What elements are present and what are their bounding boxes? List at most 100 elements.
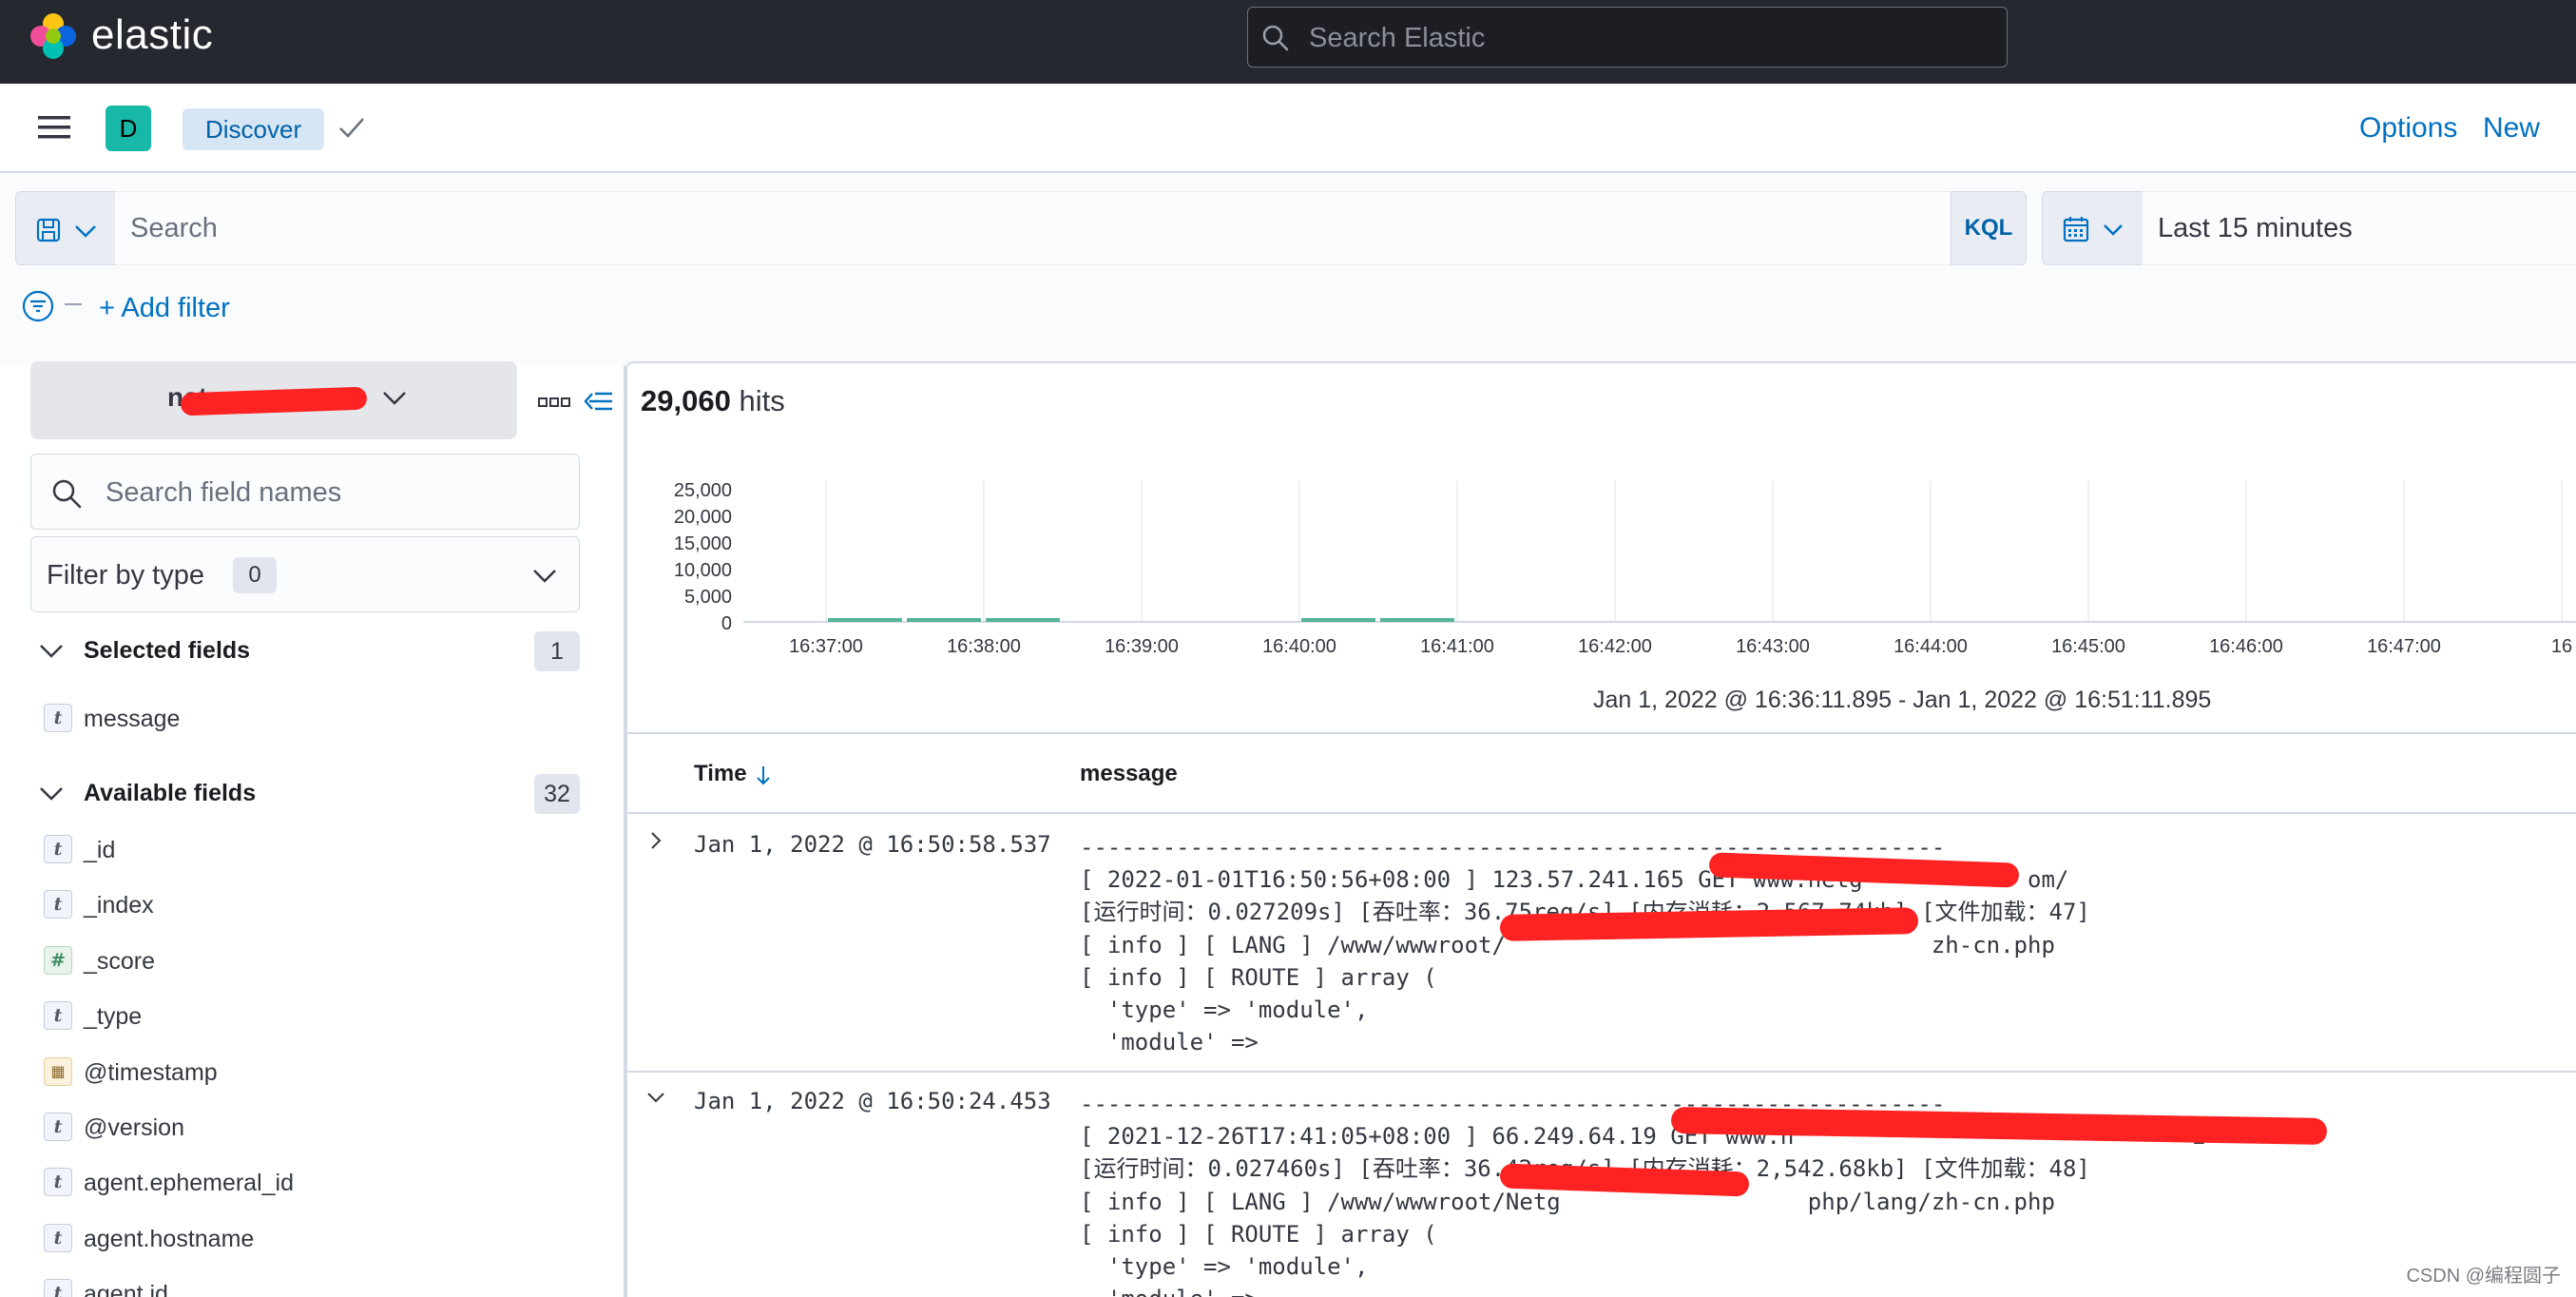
field-name: _score xyxy=(84,947,156,975)
redaction-mark xyxy=(180,386,368,416)
x-tick-label: 16:39:00 xyxy=(1105,636,1179,657)
filter-icon[interactable] xyxy=(21,289,55,323)
query-bar: Search KQL Last 15 minutes + Add filter xyxy=(0,175,2576,365)
global-search-placeholder: Search Elastic xyxy=(1309,23,1486,53)
x-tick-label: 16:45:00 xyxy=(2051,636,2125,657)
field-search-placeholder: Search field names xyxy=(106,477,342,508)
elastic-logo-icon[interactable] xyxy=(29,11,78,61)
x-tick-label: 16:44:00 xyxy=(1894,636,1968,657)
save-icon xyxy=(36,218,61,242)
field-item[interactable]: t _index xyxy=(44,886,576,924)
query-placeholder: Search xyxy=(130,213,218,243)
x-tick-label: 16:40:00 xyxy=(1262,636,1336,657)
available-fields-count: 32 xyxy=(534,774,580,814)
histogram-bar xyxy=(1301,618,1375,622)
string-field-type-icon: t xyxy=(44,890,72,920)
global-search-field[interactable]: Search Elastic xyxy=(1247,7,2008,68)
brand-name[interactable]: elastic xyxy=(91,11,213,59)
chevron-down-icon xyxy=(383,392,406,405)
field-item[interactable]: ▦ @timestamp xyxy=(44,1054,576,1092)
chevron-down-icon xyxy=(40,787,63,801)
check-icon xyxy=(339,118,364,138)
x-tick-label: 16:37:00 xyxy=(789,636,863,657)
string-field-type-icon: t xyxy=(44,1223,72,1252)
new-link[interactable]: New xyxy=(2483,112,2540,145)
search-icon xyxy=(52,479,82,509)
x-tick-label: 16:38:00 xyxy=(947,636,1021,657)
time-range-field[interactable]: Last 15 minutes xyxy=(2142,191,2576,265)
column-header-message[interactable]: message xyxy=(1080,761,1178,787)
histogram-bar xyxy=(828,618,902,622)
available-fields-toggle[interactable]: Available fields 32 xyxy=(38,774,580,816)
field-name: agent.ephemeral_id xyxy=(84,1170,294,1197)
filter-count-badge: 0 xyxy=(233,557,277,593)
y-tick-label: 25,000 xyxy=(674,480,732,501)
available-fields-label: Available fields xyxy=(84,780,257,806)
options-link[interactable]: Options xyxy=(2359,112,2457,145)
space-avatar[interactable]: D xyxy=(106,106,151,151)
collapse-sidebar-icon[interactable] xyxy=(584,388,614,415)
field-name: message xyxy=(84,706,181,732)
watermark: CSDN @编程圆子 xyxy=(2406,1266,2561,1287)
filter-by-type-label: Filter by type xyxy=(47,560,204,590)
sort-descending-icon[interactable] xyxy=(755,763,772,787)
global-header: elastic Search Elastic xyxy=(0,0,2576,84)
chevron-right-icon[interactable] xyxy=(644,829,667,852)
field-name: agent.hostname xyxy=(84,1225,255,1252)
field-item[interactable]: t agent.hostname xyxy=(44,1220,576,1258)
more-options-icon[interactable] xyxy=(538,396,570,409)
app-bar: D Discover Options New xyxy=(0,84,2576,173)
chevron-down-icon xyxy=(40,645,63,658)
field-search-input[interactable]: Search field names xyxy=(30,454,580,530)
field-name: _index xyxy=(84,892,154,920)
field-name: agent.id xyxy=(84,1281,168,1297)
field-item[interactable]: t agent.ephemeral_id xyxy=(44,1164,576,1202)
x-tick-label: 16:47:00 xyxy=(2367,636,2441,657)
field-name: _id xyxy=(84,837,116,863)
field-item[interactable]: t @version xyxy=(44,1109,576,1147)
table-header: Time message xyxy=(625,732,2576,814)
query-search-input[interactable]: Search xyxy=(115,191,1951,265)
x-tick-label: 16 xyxy=(2551,636,2572,657)
histogram-chart[interactable]: 25,000 20,000 15,000 10,000 5,000 0 16:37:00 16… xyxy=(625,466,2576,685)
field-sidebar: net Search field names Filter by type 0 … xyxy=(0,361,625,1297)
number-field-type-icon: # xyxy=(44,945,72,975)
search-icon xyxy=(1262,25,1289,51)
time-range-value: Last 15 minutes xyxy=(2158,213,2353,243)
y-tick-label: 15,000 xyxy=(674,533,732,554)
discover-main: 29,060 hits 25,000 20,000 15,000 10,000 5,00… xyxy=(625,361,2576,1297)
y-tick-label: 10,000 xyxy=(674,560,732,581)
selected-fields-toggle[interactable]: Selected fields 1 xyxy=(38,631,580,673)
chevron-down-icon xyxy=(75,225,96,238)
filter-by-type-button[interactable]: Filter by type 0 xyxy=(30,536,580,612)
add-filter-button[interactable]: + Add filter xyxy=(99,293,230,324)
field-item[interactable]: t _id xyxy=(44,831,576,869)
field-item[interactable]: t message xyxy=(44,700,576,738)
string-field-type-icon: t xyxy=(44,704,72,732)
index-pattern-selector[interactable]: net xyxy=(30,361,517,439)
menu-icon[interactable] xyxy=(38,113,70,142)
selected-fields-count: 1 xyxy=(534,631,580,671)
date-quick-menu-button[interactable] xyxy=(2042,191,2143,265)
column-header-time[interactable]: Time xyxy=(694,761,747,787)
row-timestamp: Jan 1, 2022 @ 16:50:58.537 xyxy=(694,831,1051,858)
time-range-summary: Jan 1, 2022 @ 16:36:11.895 - Jan 1, 2022… xyxy=(1593,687,2212,713)
query-language-button[interactable]: KQL xyxy=(1951,191,2027,265)
x-tick-label: 16:46:00 xyxy=(2209,636,2283,657)
saved-query-button[interactable] xyxy=(15,191,116,265)
hits-label: hits xyxy=(739,384,785,417)
string-field-type-icon: t xyxy=(44,1001,72,1031)
y-tick-label: 0 xyxy=(721,613,732,634)
histogram-bar xyxy=(907,618,981,622)
breadcrumb-discover[interactable]: Discover xyxy=(183,108,325,150)
field-item[interactable]: t agent.id xyxy=(44,1275,576,1297)
chevron-down-icon[interactable] xyxy=(644,1086,667,1109)
field-item[interactable]: # _score xyxy=(44,942,576,980)
field-name: @timestamp xyxy=(84,1058,218,1086)
field-item[interactable]: t _type xyxy=(44,997,576,1036)
y-tick-label: 5,000 xyxy=(684,587,732,608)
row-timestamp: Jan 1, 2022 @ 16:50:24.453 xyxy=(694,1088,1051,1114)
string-field-type-icon: t xyxy=(44,835,72,863)
field-name: @version xyxy=(84,1114,184,1141)
x-tick-label: 16:43:00 xyxy=(1736,636,1810,657)
